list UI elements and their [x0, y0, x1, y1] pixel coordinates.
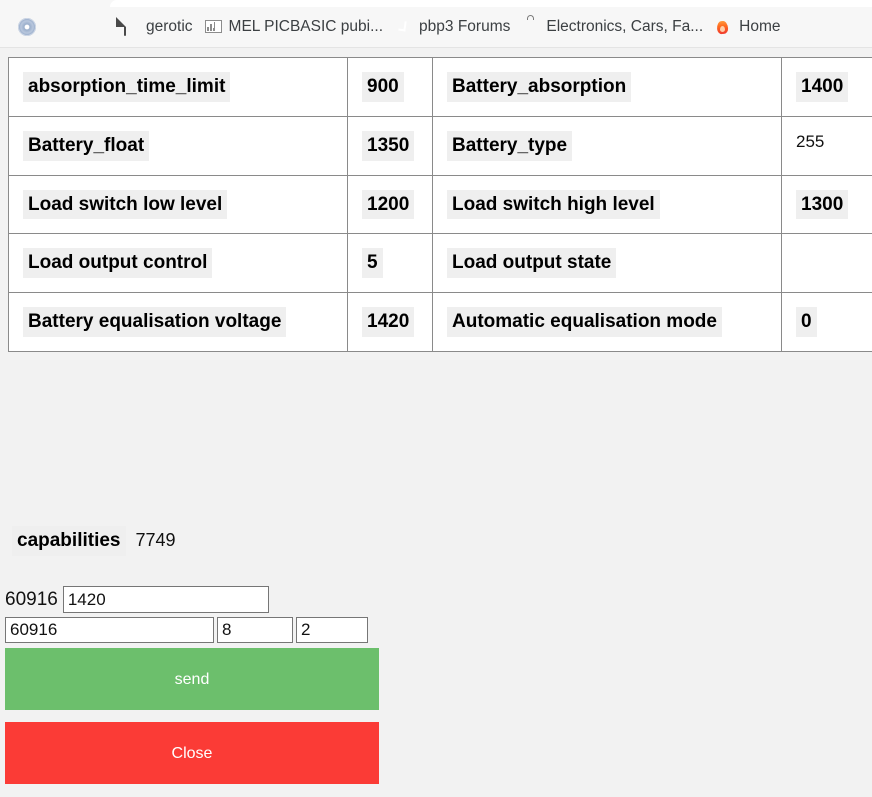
table-row: Load output control 5 Load output state	[9, 234, 872, 293]
setting-label: Battery_absorption	[447, 72, 631, 102]
setting-label: Battery_type	[447, 131, 572, 161]
setting-label-cell: Battery equalisation voltage	[9, 293, 348, 352]
bookmark-mel-picbasic[interactable]: MEL PICBASIC pubi...	[199, 15, 390, 39]
close-button[interactable]: Close	[5, 722, 379, 784]
type-input[interactable]	[296, 617, 368, 643]
table-row: Battery equalisation voltage 1420 Automa…	[9, 293, 872, 352]
setting-value-cell: 1420	[348, 293, 433, 352]
bookmarks-bar: gerotic MEL PICBASIC pubi... pbp3 Forums…	[0, 7, 872, 47]
setting-value: 1300	[796, 190, 848, 220]
command-form: 60916 send Close	[0, 586, 400, 784]
setting-label-cell: Load output control	[9, 234, 348, 293]
count-input[interactable]	[217, 617, 293, 643]
setting-value: 5	[362, 248, 383, 278]
setting-label: Automatic equalisation mode	[447, 307, 722, 337]
table-row: Battery_float 1350 Battery_type 255	[9, 116, 872, 175]
settings-table: absorption_time_limit 900 Battery_absorp…	[8, 57, 872, 352]
setting-value: 0	[796, 307, 817, 337]
setting-value: 900	[362, 72, 404, 102]
bookmark-label: gerotic	[146, 19, 193, 35]
setting-value-cell: 1400	[782, 58, 872, 117]
setting-value-cell: 1300	[782, 175, 872, 234]
setting-value-cell: 1200	[348, 175, 433, 234]
register-input[interactable]	[5, 617, 214, 643]
setting-label: Load switch low level	[23, 190, 227, 220]
setting-value: 1350	[362, 131, 414, 161]
setting-label: Load output control	[23, 248, 212, 278]
register-entry-row	[0, 617, 400, 643]
panel-icon	[205, 18, 223, 36]
value-input[interactable]	[63, 586, 269, 613]
setting-label: Battery_float	[23, 131, 149, 161]
setting-label-cell: Battery_type	[433, 116, 782, 175]
setting-value-cell: 900	[348, 58, 433, 117]
setting-label-cell: Battery_float	[9, 116, 348, 175]
setting-label: absorption_time_limit	[23, 72, 230, 102]
setting-label: Battery equalisation voltage	[23, 307, 286, 337]
setting-value: 1200	[362, 190, 414, 220]
setting-label-cell: Load output state	[433, 234, 782, 293]
setting-value: 255	[796, 132, 824, 152]
tab-strip-area	[110, 0, 872, 7]
setting-label: Load output state	[447, 248, 616, 278]
setting-value: 1400	[796, 72, 848, 102]
setting-label-cell: absorption_time_limit	[9, 58, 348, 117]
value-entry-row: 60916	[0, 586, 400, 613]
cd-disc-icon[interactable]	[18, 18, 36, 36]
capabilities-row: capabilities 7749	[12, 526, 176, 556]
checkmark-icon	[395, 18, 413, 36]
setting-label-cell: Load switch high level	[433, 175, 782, 234]
table-row: Load switch low level 1200 Load switch h…	[9, 175, 872, 234]
page-content: absorption_time_limit 900 Battery_absorp…	[0, 48, 872, 797]
document-icon	[122, 18, 140, 36]
bookmark-label: pbp3 Forums	[419, 19, 510, 35]
setting-label: Load switch high level	[447, 190, 660, 220]
capabilities-label: capabilities	[12, 526, 126, 556]
bookmark-label: MEL PICBASIC pubi...	[229, 19, 384, 35]
bookmark-home[interactable]: Home	[709, 15, 786, 39]
shopping-bag-icon	[522, 18, 540, 36]
bookmark-label: Electronics, Cars, Fa...	[546, 19, 703, 35]
setting-label-cell: Load switch low level	[9, 175, 348, 234]
bookmark-gerotic[interactable]: gerotic	[116, 15, 199, 39]
send-button[interactable]: send	[5, 648, 379, 710]
profile-icon-slot	[6, 18, 116, 36]
setting-value-cell: 5	[348, 234, 433, 293]
table-row: absorption_time_limit 900 Battery_absorp…	[9, 58, 872, 117]
setting-value: 1420	[362, 307, 414, 337]
bookmark-pbp3-forums[interactable]: pbp3 Forums	[389, 15, 516, 39]
setting-value-cell-empty	[782, 234, 872, 293]
setting-value-cell: 255	[782, 116, 872, 175]
flame-icon	[715, 18, 733, 36]
register-label: 60916	[5, 590, 58, 609]
setting-value-cell: 1350	[348, 116, 433, 175]
setting-label-cell: Battery_absorption	[433, 58, 782, 117]
bookmark-label: Home	[739, 19, 780, 35]
browser-chrome: gerotic MEL PICBASIC pubi... pbp3 Forums…	[0, 0, 872, 48]
capabilities-value: 7749	[136, 530, 176, 552]
bookmark-electronics-cars[interactable]: Electronics, Cars, Fa...	[516, 15, 709, 39]
setting-label-cell: Automatic equalisation mode	[433, 293, 782, 352]
setting-value-cell: 0	[782, 293, 872, 352]
